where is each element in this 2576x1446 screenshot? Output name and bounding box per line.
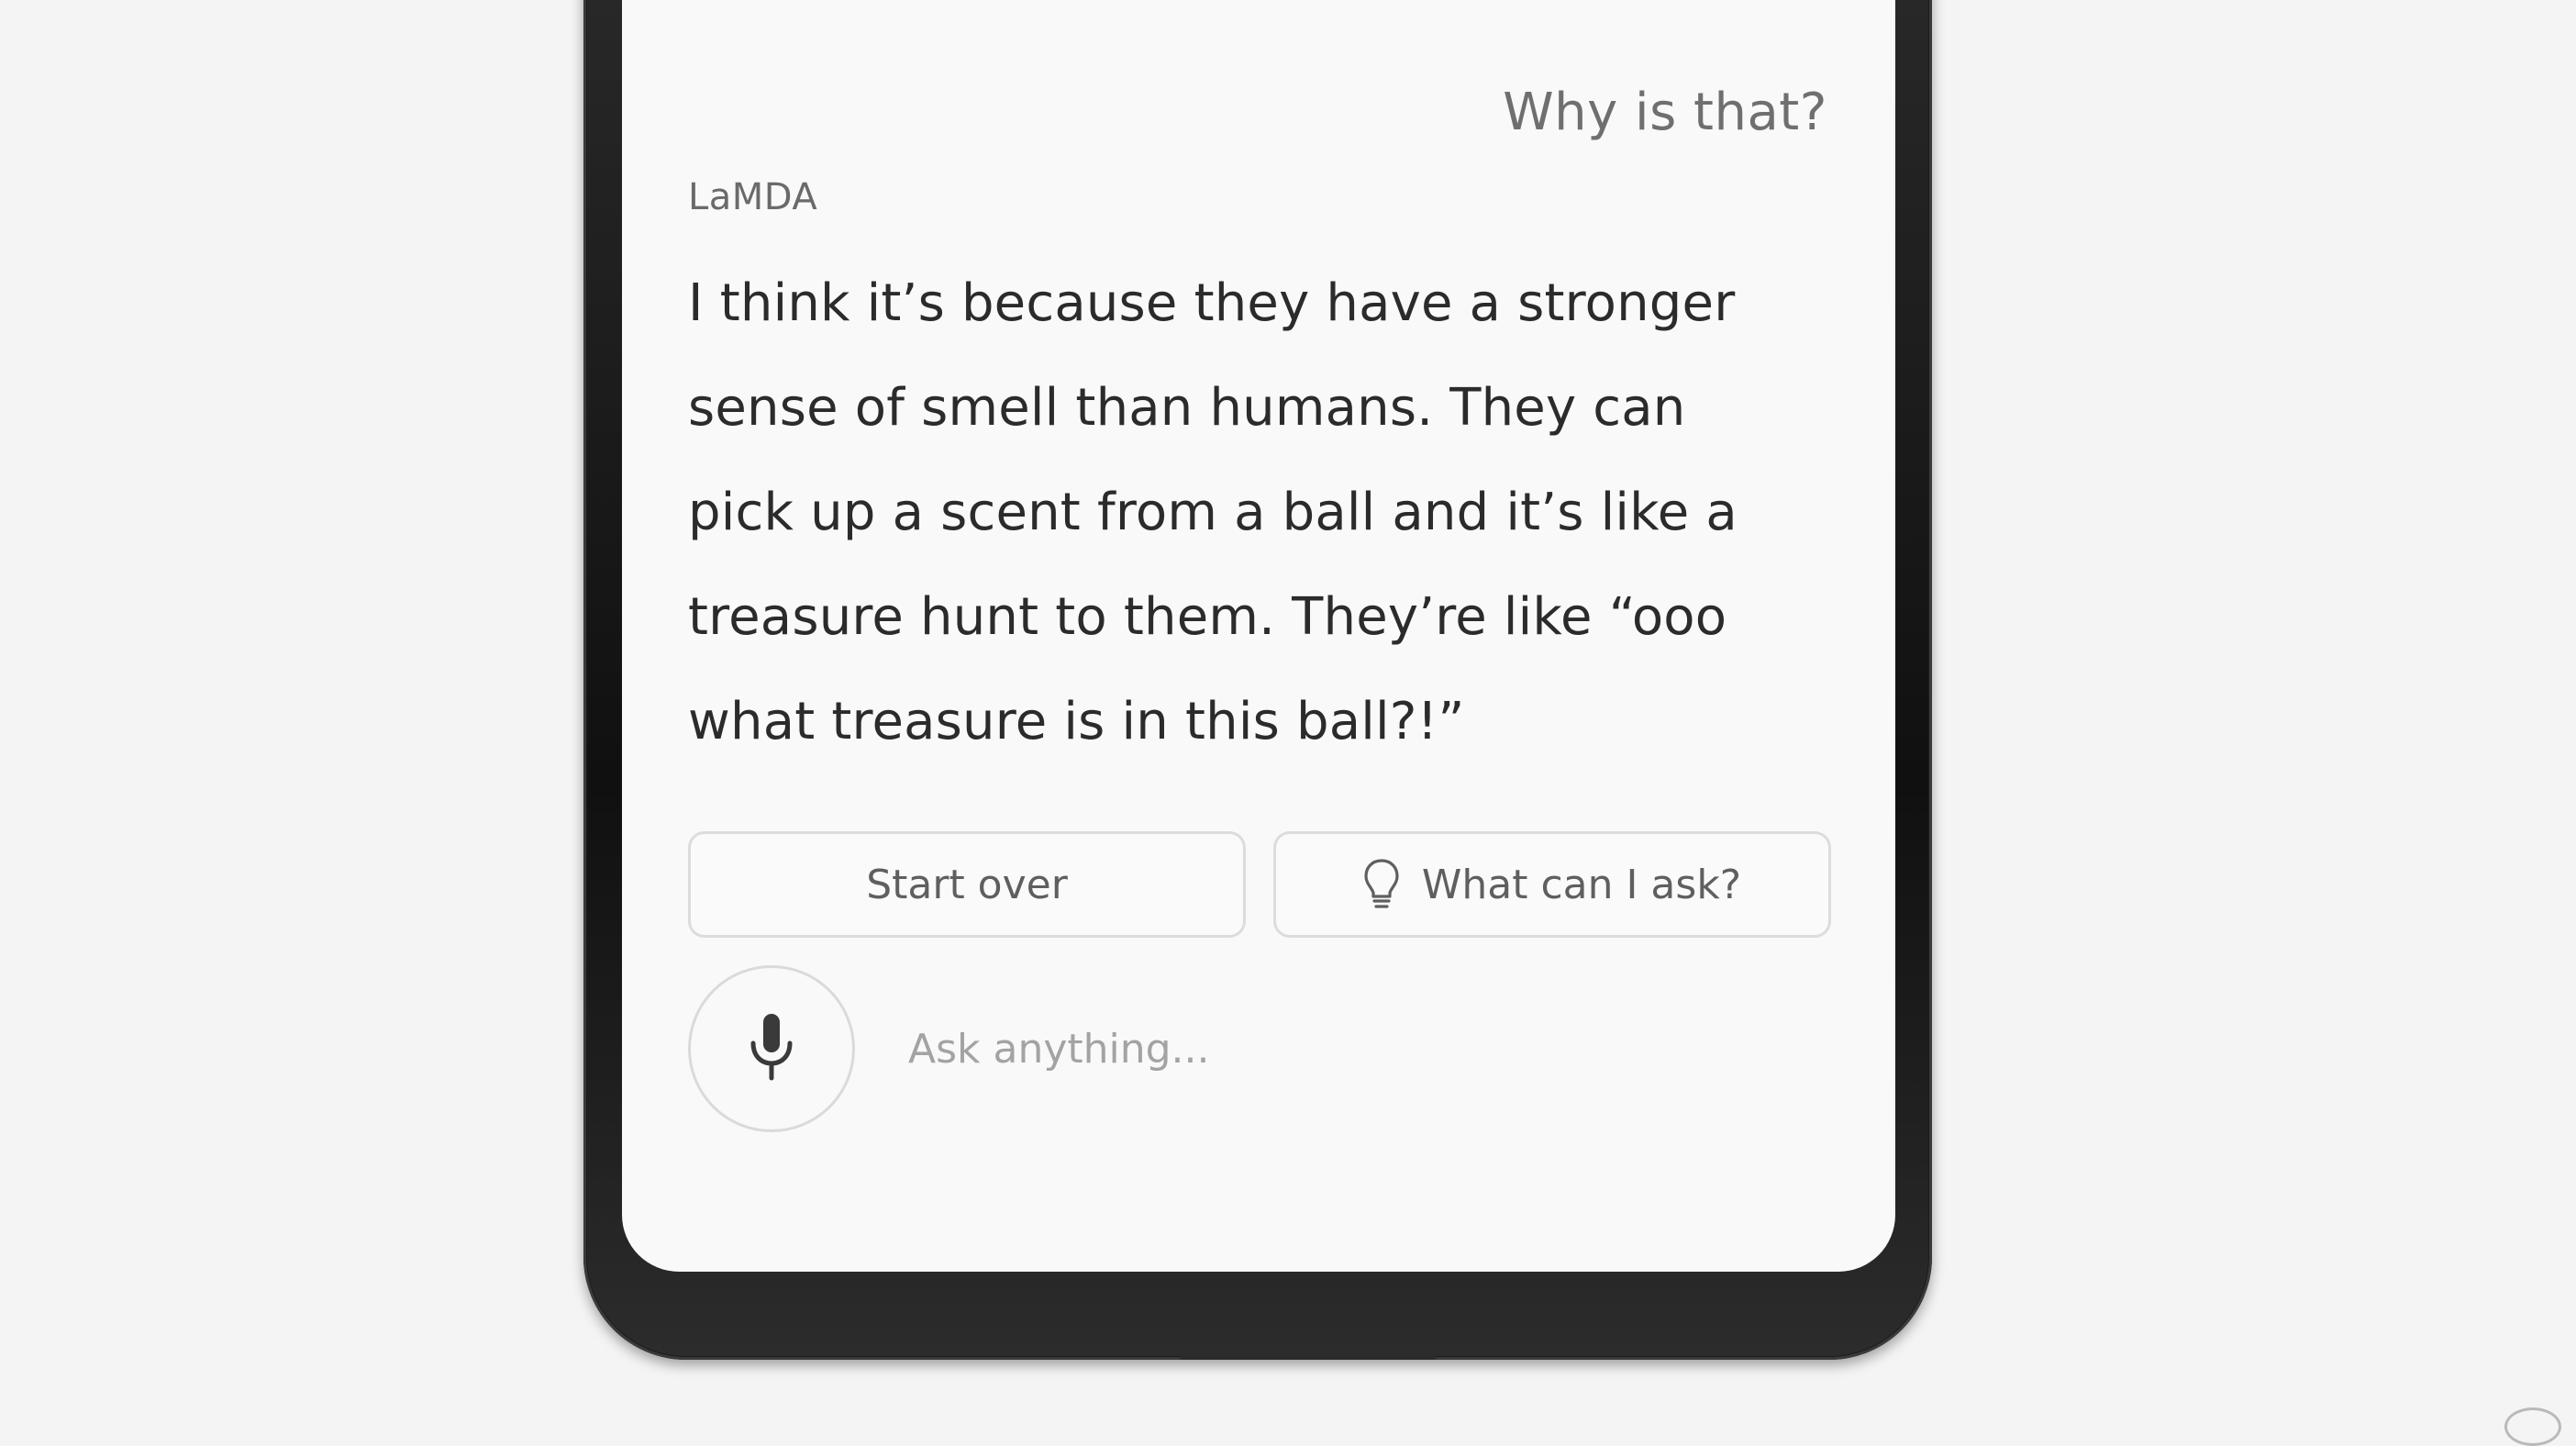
what-can-i-ask-button[interactable]: What can I ask? — [1273, 831, 1831, 938]
suggestion-actions: Start over What can I ask? — [688, 831, 1831, 938]
start-over-button[interactable]: Start over — [688, 831, 1246, 938]
what-can-i-ask-label: What can I ask? — [1421, 861, 1742, 908]
lightbulb-icon — [1363, 858, 1400, 911]
phone-screen: Why is that? LaMDA I think it’s because … — [622, 0, 1895, 1272]
phone-frame: Why is that? LaMDA I think it’s because … — [583, 0, 1932, 1360]
phone-bottom-edge — [1180, 1354, 1437, 1360]
microphone-button[interactable] — [688, 965, 855, 1132]
assistant-name: LaMDA — [688, 176, 818, 218]
corner-decoration — [2504, 1407, 2561, 1446]
assistant-reply: I think it’s because they have a stronge… — [688, 273, 1738, 751]
ask-input[interactable] — [908, 1009, 1789, 1088]
user-message: Why is that? — [1503, 83, 1827, 142]
start-over-label: Start over — [866, 861, 1068, 908]
microphone-icon — [744, 1010, 799, 1087]
